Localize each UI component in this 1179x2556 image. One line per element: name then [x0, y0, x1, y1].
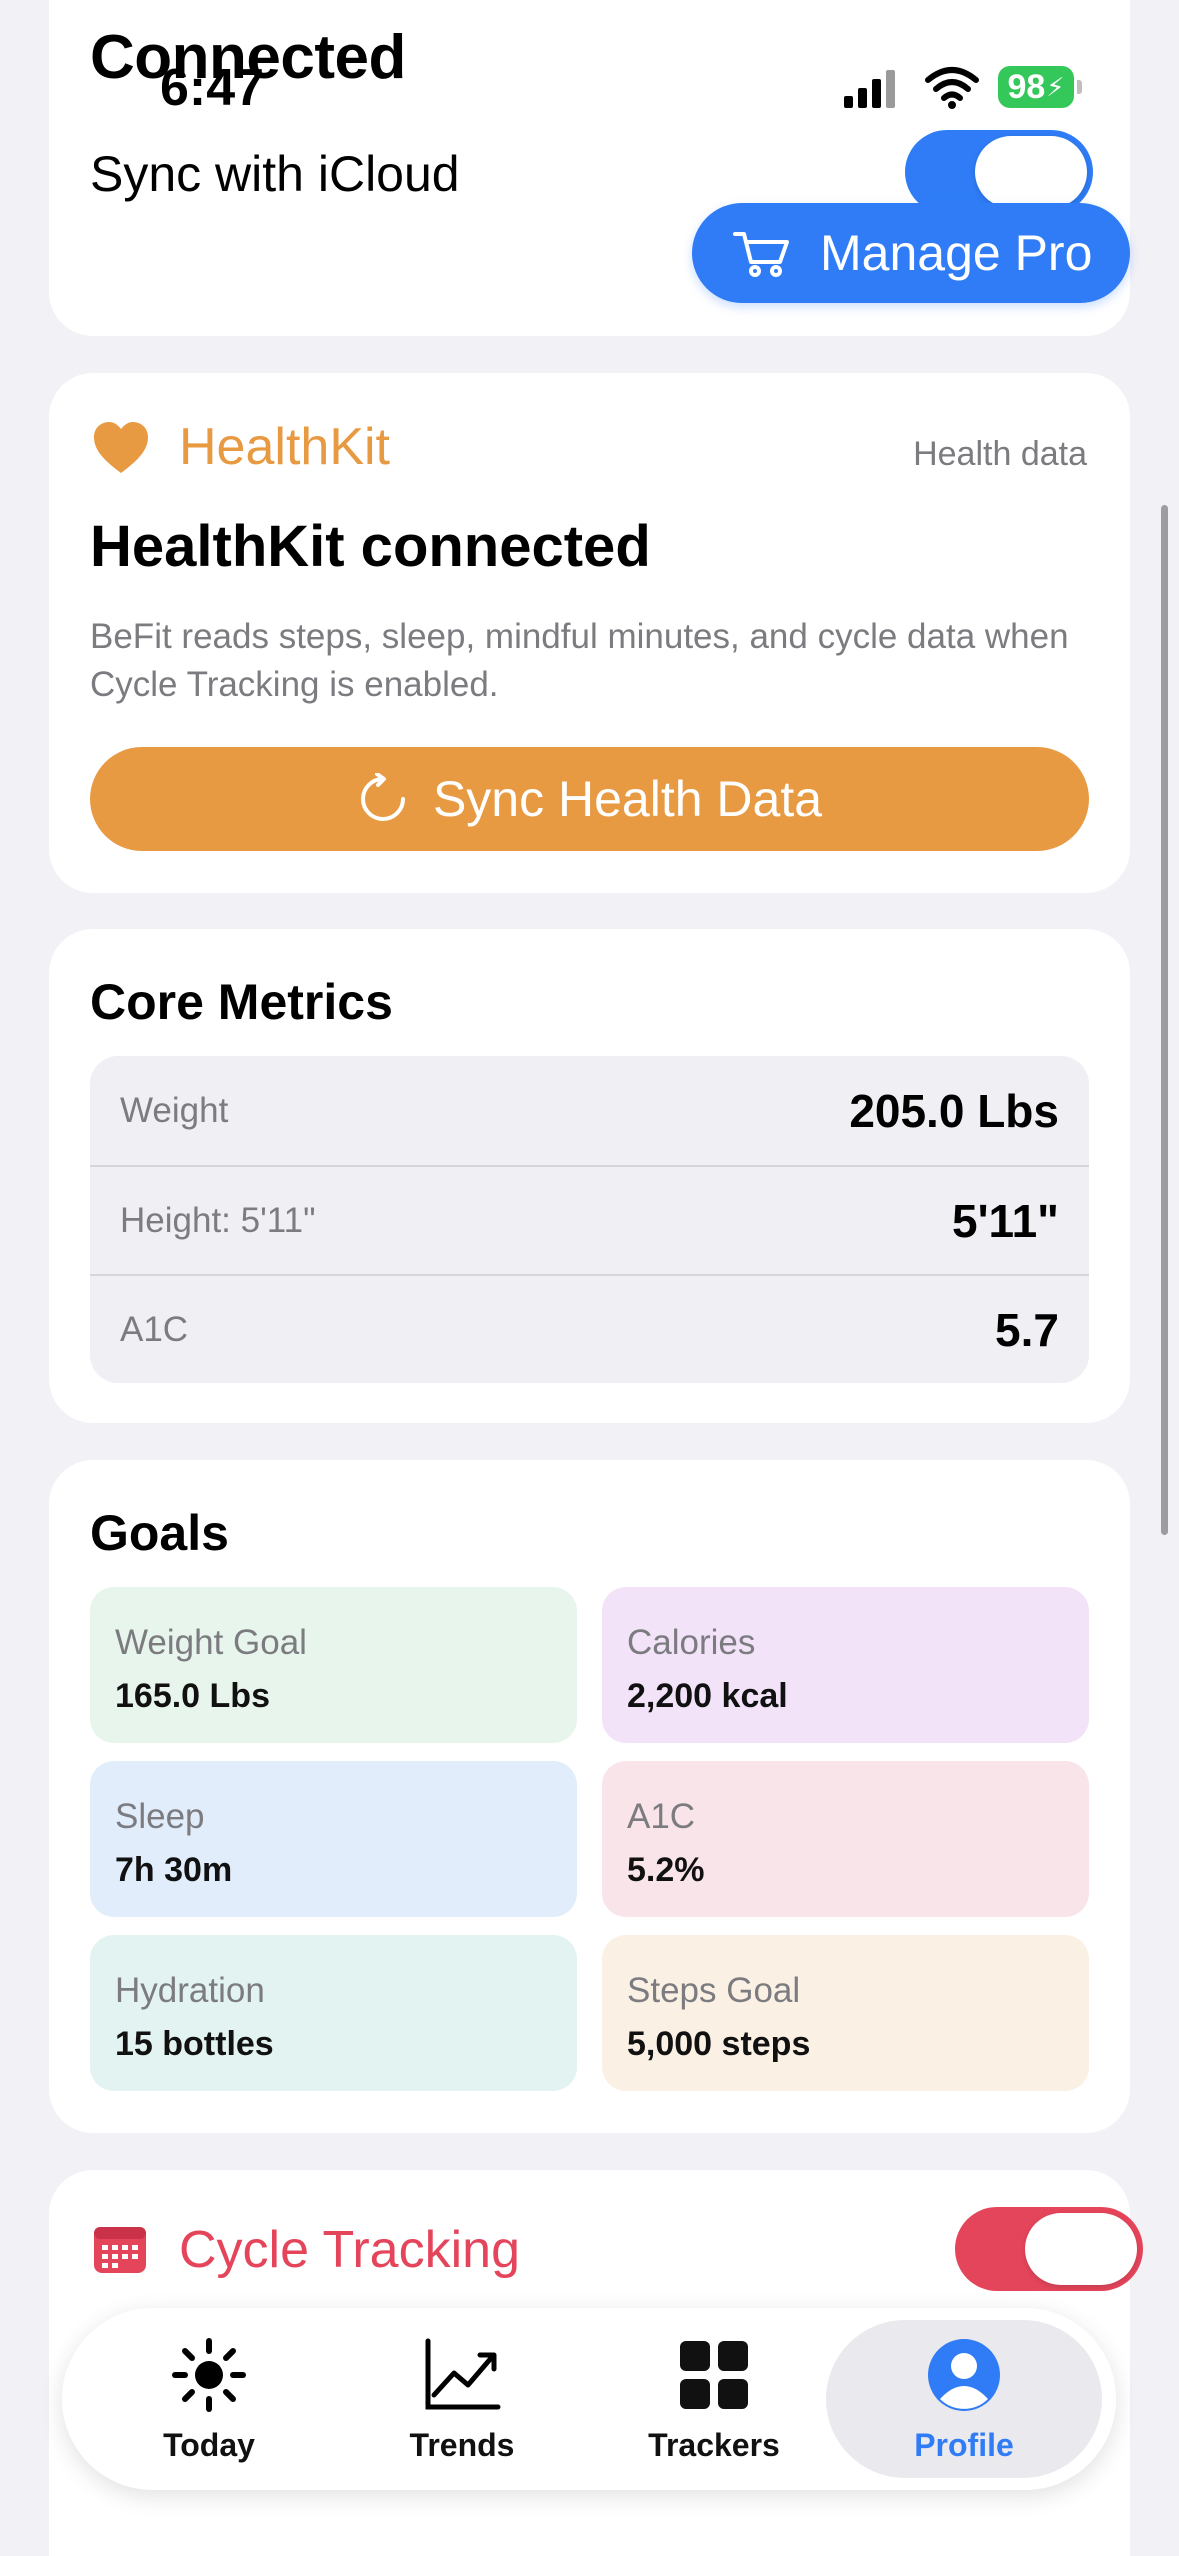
- goal-label: Hydration: [115, 1971, 265, 2010]
- health-data-tag: Health data: [913, 435, 1087, 473]
- manage-pro-button[interactable]: Manage Pro: [692, 203, 1130, 303]
- metric-row-height[interactable]: Height: 5'11" 5'11": [90, 1165, 1089, 1274]
- wifi-icon: [925, 67, 979, 109]
- metric-label: Height: 5'11": [120, 1200, 316, 1240]
- healthkit-status-headline: HealthKit connected: [90, 514, 651, 579]
- sync-health-data-button[interactable]: Sync Health Data: [90, 747, 1089, 851]
- core-metrics-card: Core Metrics Weight 205.0 Lbs Height: 5'…: [49, 929, 1130, 1423]
- goal-value: 7h 30m: [115, 1851, 233, 1889]
- goal-tile-hydration[interactable]: Hydration 15 bottles: [90, 1935, 577, 2091]
- toggle-knob: [1025, 2213, 1137, 2285]
- core-metrics-title: Core Metrics: [90, 974, 393, 1030]
- goal-value: 165.0 Lbs: [115, 1677, 270, 1715]
- tab-label: Trackers: [648, 2426, 780, 2463]
- cellular-signal-icon: [844, 70, 895, 108]
- goal-tile-sleep[interactable]: Sleep 7h 30m: [90, 1761, 577, 1917]
- tab-label: Profile: [914, 2426, 1014, 2463]
- cycle-tracking-title: Cycle Tracking: [179, 2221, 520, 2279]
- goal-label: Steps Goal: [627, 1971, 801, 2010]
- person-circle-icon: [928, 2338, 1000, 2411]
- charging-bolt-icon: ⚡: [1046, 71, 1065, 102]
- metric-label: Weight: [120, 1090, 229, 1130]
- healthkit-title: HealthKit: [179, 418, 390, 476]
- goal-tile-steps[interactable]: Steps Goal 5,000 steps: [602, 1935, 1089, 2091]
- metric-value: 205.0 Lbs: [849, 1084, 1059, 1137]
- goal-value: 5,000 steps: [627, 2025, 811, 2063]
- tab-trends[interactable]: Trends: [337, 2308, 587, 2490]
- profile-screen: Connected Sync with iCloud Manage Pro 6:…: [0, 0, 1179, 2556]
- tab-trackers[interactable]: Trackers: [589, 2308, 839, 2490]
- metric-value: 5'11": [952, 1194, 1059, 1247]
- tab-label: Trends: [409, 2426, 515, 2463]
- refresh-icon: [360, 773, 405, 821]
- goals-card: Goals Weight Goal 165.0 Lbs Calories 2,2…: [49, 1460, 1130, 2133]
- metric-row-weight[interactable]: Weight 205.0 Lbs: [90, 1056, 1089, 1165]
- goals-title: Goals: [90, 1505, 229, 1561]
- sync-health-data-label: Sync Health Data: [432, 771, 823, 827]
- sync-icloud-toggle[interactable]: [905, 130, 1093, 214]
- goal-value: 15 bottles: [115, 2025, 274, 2063]
- sync-icloud-label: Sync with iCloud: [90, 146, 460, 202]
- cycle-tracking-toggle[interactable]: [955, 2207, 1143, 2291]
- manage-pro-label: Manage Pro: [820, 225, 1093, 281]
- battery-nub: [1077, 80, 1082, 94]
- heart-icon: [94, 422, 148, 473]
- tab-today[interactable]: Today: [84, 2308, 334, 2490]
- metrics-table: Weight 205.0 Lbs Height: 5'11" 5'11" A1C…: [90, 1056, 1089, 1383]
- sun-icon: [172, 2337, 246, 2412]
- tab-label: Today: [163, 2426, 255, 2463]
- goal-label: Calories: [627, 1623, 756, 1662]
- metric-label: A1C: [120, 1309, 189, 1349]
- goal-tile-a1c[interactable]: A1C 5.2%: [602, 1761, 1089, 1917]
- healthkit-description: BeFit reads steps, sleep, mindful minute…: [90, 617, 1069, 704]
- status-time: 6:47: [160, 59, 265, 117]
- toggle-knob: [975, 136, 1087, 208]
- cart-icon: [733, 232, 789, 277]
- grid-icon: [680, 2340, 748, 2409]
- calendar-icon: [94, 2227, 146, 2273]
- scroll-indicator[interactable]: [1161, 505, 1168, 1535]
- chart-line-icon: [425, 2338, 501, 2409]
- goal-label: Sleep: [115, 1797, 205, 1836]
- healthkit-card: HealthKit Health data HealthKit connecte…: [49, 373, 1130, 893]
- metric-value: 5.7: [995, 1303, 1059, 1356]
- battery-indicator: 98 ⚡: [998, 66, 1074, 108]
- goal-value: 5.2%: [627, 1851, 705, 1889]
- goal-value: 2,200 kcal: [627, 1677, 788, 1715]
- metric-row-a1c[interactable]: A1C 5.7: [90, 1274, 1089, 1383]
- tab-bar: Today Trends Trackers Profile: [62, 2308, 1116, 2490]
- goal-label: A1C: [627, 1797, 696, 1836]
- goal-label: Weight Goal: [115, 1623, 307, 1662]
- goal-tile-calories[interactable]: Calories 2,200 kcal: [602, 1587, 1089, 1743]
- tab-profile[interactable]: Profile: [826, 2320, 1102, 2478]
- goal-tile-weight[interactable]: Weight Goal 165.0 Lbs: [90, 1587, 577, 1743]
- battery-level: 98: [1007, 67, 1046, 106]
